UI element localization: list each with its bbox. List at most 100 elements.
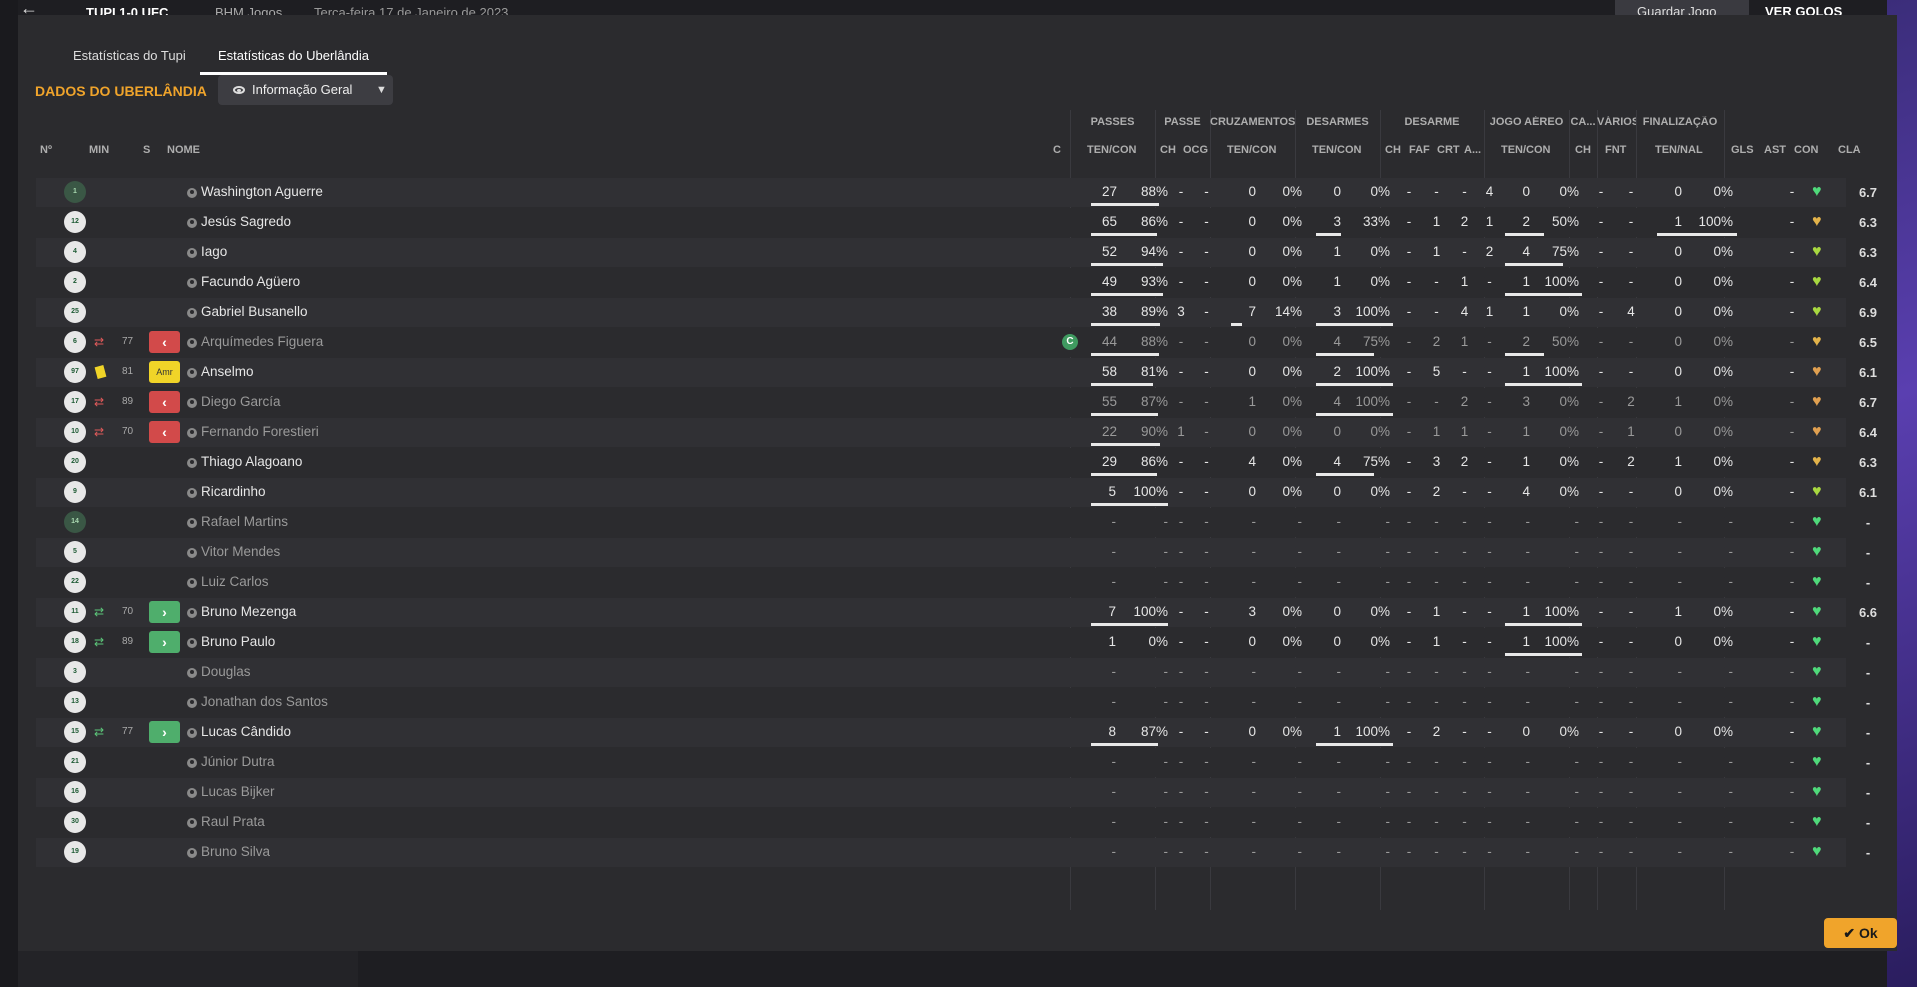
player-name[interactable]: Rafael Martins (201, 514, 288, 529)
table-row[interactable]: 10 ⇄ 70 ‹ Fernando Forestieri 22 90% 1-0 0% 0 0% -1… (36, 418, 1877, 447)
player-name[interactable]: Júnior Dutra (201, 754, 275, 769)
player-name[interactable]: Facundo Agüero (201, 274, 300, 289)
stat-sh: 0 (1674, 424, 1682, 439)
col-header-name[interactable]: NOME (167, 144, 200, 156)
yellow-card-badge[interactable]: Amr (149, 361, 180, 383)
table-row[interactable]: 2 Facundo Agüero 49 93% - -0 0% 1 0% - -1-1 100% - -0… (36, 268, 1877, 297)
table-row[interactable]: 13 Jonathan dos Santos - - - - - - - - - - - - - - - - - - -… (36, 688, 1870, 717)
player-name[interactable]: Washington Aguerre (201, 184, 323, 199)
stat-ar: 1 (1522, 274, 1530, 289)
player-name[interactable]: Iago (201, 244, 227, 259)
player-name[interactable]: Bruno Paulo (201, 634, 275, 649)
chevron-right-icon[interactable]: › (149, 631, 180, 653)
stat-tk: - (1336, 694, 1342, 709)
player-name[interactable]: Jesús Sagredo (201, 214, 291, 229)
person-icon (187, 188, 197, 198)
col-header-con[interactable]: CON (1794, 144, 1818, 156)
person-icon (187, 368, 197, 378)
table-row[interactable]: 9 Ricardinho 5 100% - -0 0% 0 0% -2- -4 0% - -0 0% - ♥ 6.… (36, 478, 1877, 507)
player-name[interactable]: Jonathan dos Santos (201, 694, 328, 709)
col-header-s[interactable]: S (143, 144, 150, 156)
stat-shp: - (1728, 664, 1734, 679)
back-arrow-icon[interactable]: ← (20, 0, 38, 16)
chevron-right-icon[interactable]: › (149, 721, 180, 743)
chevron-left-icon[interactable]: ‹ (149, 331, 180, 353)
stat-cr: 0 (1248, 244, 1256, 259)
table-row[interactable]: 4 Iago 52 94% - -0 0% 1 0% -1-2 4 75% - -0 0% - ♥ 6.3 (36, 238, 1877, 267)
table-row[interactable]: 14 Rafael Martins - - - - - - - - - - - - - - - - - - - ♥ - (36, 508, 1870, 537)
player-name[interactable]: Bruno Silva (201, 844, 270, 859)
condition-heart-icon: ♥ (1812, 453, 1822, 470)
col-header-tackle-a[interactable]: A... (1464, 144, 1481, 156)
player-name[interactable]: Bruno Mezenga (201, 604, 296, 619)
player-name[interactable]: Gabriel Busanello (201, 304, 308, 319)
stat-cr: - (1251, 844, 1257, 859)
player-name[interactable]: Thiago Alagoano (201, 454, 302, 469)
table-row[interactable]: 97 81 Amr Anselmo 58 81% - -0 0% 2 100% -5- -1 100% - -… (36, 358, 1877, 387)
col-header-ca-ch[interactable]: CH (1575, 144, 1591, 156)
chevron-right-icon[interactable]: › (149, 601, 180, 623)
stat-da: 1 (1485, 214, 1494, 229)
success-bar (1091, 743, 1158, 746)
col-header-min[interactable]: MIN (89, 144, 109, 156)
col-header-shots[interactable]: TEN/NAL (1655, 144, 1703, 156)
player-name[interactable]: Vitor Mendes (201, 544, 280, 559)
col-header-tackle-crt[interactable]: CRT (1437, 144, 1460, 156)
player-name[interactable]: Diego García (201, 394, 281, 409)
table-row[interactable]: 1 Washington Aguerre 27 88% - -0 0% 0 0% - - -4 0 0% -… (36, 178, 1877, 207)
player-name[interactable]: Luiz Carlos (201, 574, 269, 589)
col-header-aerial[interactable]: TEN/CON (1501, 144, 1551, 156)
stat-cach: - (1598, 664, 1604, 679)
col-header-cla[interactable]: CLA (1838, 144, 1861, 156)
table-row[interactable]: 12 Jesús Sagredo 65 86% - -0 0% 3 33% -1 2 1 2 50% - -1… (36, 208, 1877, 237)
table-row[interactable]: 30 Raul Prata - - - - - - - - - - - - - - - - - - - ♥ - (36, 808, 1870, 837)
view-dropdown[interactable]: Informação Geral ▼ (218, 75, 393, 105)
chevron-left-icon[interactable]: ‹ (149, 391, 180, 413)
save-game-button[interactable]: Guardar Jogo (1615, 0, 1749, 16)
col-header-tackle-ch[interactable]: CH (1385, 144, 1401, 156)
table-row[interactable]: 22 Luiz Carlos - - - - - - - - - - - - - - - - - - - ♥ - (36, 568, 1870, 597)
col-header-fnt[interactable]: FNT (1605, 144, 1626, 156)
col-header-number[interactable]: Nº (40, 144, 52, 156)
table-row[interactable]: 25 Gabriel Busanello 38 89% 3-7 14% 3 100% - -4 1 1… (36, 298, 1877, 327)
col-header-pass-ocg[interactable]: OCG (1183, 144, 1208, 156)
table-row[interactable]: 5 Vitor Mendes - - - - - - - - - - - - - - - - - - - ♥ - (36, 538, 1870, 567)
tab-tupi-stats[interactable]: Estatísticas do Tupi (55, 45, 204, 75)
player-name[interactable]: Ricardinho (201, 484, 266, 499)
table-row[interactable]: 3 Douglas - - - - - - - - - - - - - - - - - - - ♥ - (36, 658, 1870, 687)
stat-tk: 0 (1333, 604, 1341, 619)
chevron-left-icon[interactable]: ‹ (149, 421, 180, 443)
table-row[interactable]: 6 ⇄ 77 ‹ Arquímedes Figuera C 44 88% - -0 0% 4 75% -2… (36, 328, 1877, 357)
col-header-tackle-faf[interactable]: FAF (1409, 144, 1430, 156)
player-name[interactable]: Lucas Cândido (201, 724, 291, 739)
table-row[interactable]: 11 ⇄ 70 › Bruno Mezenga 7 100% - -3 0% 0 0% -1- -1 100… (36, 598, 1877, 627)
player-name[interactable]: Raul Prata (201, 814, 265, 829)
table-row[interactable]: 21 Júnior Dutra - - - - - - - - - - - - - - - - - - - ♥ - (36, 748, 1870, 777)
table-row[interactable]: 15 ⇄ 77 › Lucas Cândido 8 87% - -0 0% 1 100% -2- -0 0%… (36, 718, 1870, 747)
tab-uberlandia-stats[interactable]: Estatísticas do Uberlândia (200, 45, 388, 75)
table-row[interactable]: 19 Bruno Silva - - - - - - - - - - - - - - - - - - - ♥ - (36, 838, 1870, 867)
player-name[interactable]: Lucas Bijker (201, 784, 275, 799)
player-name[interactable]: Arquímedes Figuera (201, 334, 323, 349)
col-header-c[interactable]: C (1053, 144, 1061, 156)
stat-fnt: - (1628, 514, 1634, 529)
col-header-gls[interactable]: GLS (1731, 144, 1754, 156)
table-row[interactable]: 20 Thiago Alagoano 29 86% - -4 0% 4 75% -3 2-1 0% -2… (36, 448, 1877, 477)
stat-pas: - (1111, 664, 1117, 679)
stat-crp: 0% (1282, 184, 1302, 199)
col-header-pass-ch[interactable]: CH (1160, 144, 1176, 156)
player-name[interactable]: Douglas (201, 664, 251, 679)
col-header-tackles[interactable]: TEN/CON (1312, 144, 1362, 156)
player-name[interactable]: Fernando Forestieri (201, 424, 319, 439)
player-name[interactable]: Anselmo (201, 364, 254, 379)
table-row[interactable]: 16 Lucas Bijker - - - - - - - - - - - - - - - - - - - ♥ - (36, 778, 1870, 807)
stat-tk: - (1336, 754, 1342, 769)
table-row[interactable]: 17 ⇄ 89 ‹ Diego García 55 87% - -1 0% 4 100% - -2-3 0%… (36, 388, 1877, 417)
table-row[interactable]: 18 ⇄ 89 › Bruno Paulo 1 0% - -0 0% 0 0% -1- -1 100% - -0… (36, 628, 1870, 657)
group-header-tackle: DESARME (1404, 116, 1460, 128)
col-header-crosses[interactable]: TEN/CON (1227, 144, 1277, 156)
col-header-passes[interactable]: TEN/CON (1087, 144, 1137, 156)
ok-button[interactable]: ✔ Ok (1824, 918, 1897, 948)
stat-pasp: 0% (1148, 634, 1168, 649)
col-header-ast[interactable]: AST (1764, 144, 1786, 156)
